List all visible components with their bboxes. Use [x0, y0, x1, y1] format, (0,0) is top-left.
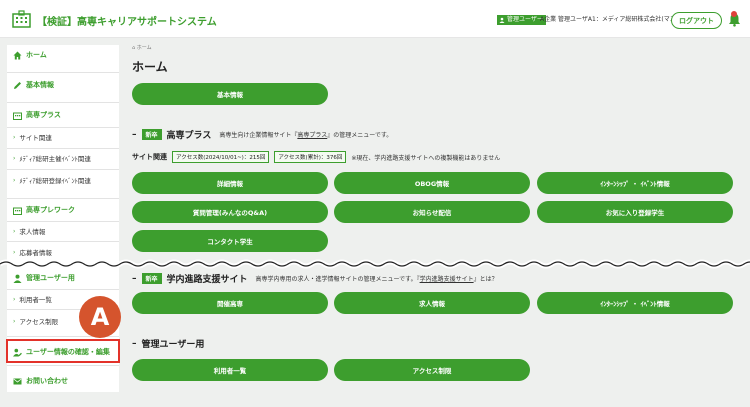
divider	[7, 241, 119, 242]
sidebar-item-label: ホーム	[26, 51, 47, 59]
chevron-right-icon: ›	[13, 133, 16, 141]
chevron-right-icon: ›	[13, 248, 16, 256]
new-grad-tag: 新卒	[141, 273, 162, 284]
main-content: ⌂ ホーム ホーム 基本情報 – 新卒 高専プラス 高専生向け企業情報サイト『高…	[120, 38, 750, 407]
sidebar-item-label: 高専プラス	[26, 111, 61, 119]
sidebar-item-kosen-plus[interactable]: 高専プラス	[7, 105, 119, 125]
user-info: A企業 管理ユーザA1：メディア総研株式会社(マスタ)	[540, 16, 685, 23]
sidebar-item-label: 高専プレワーク	[26, 206, 75, 214]
chevron-right-icon: ›	[13, 295, 16, 303]
divider	[7, 365, 119, 366]
sidebar-item-label: アクセス制限	[19, 318, 59, 326]
job-info-button[interactable]: 求人情報	[334, 292, 530, 314]
obog-info-button[interactable]: OBOG情報	[334, 172, 530, 194]
sidebar-item-label: 利用者一覧	[19, 296, 52, 304]
details-button[interactable]: 詳細情報	[132, 172, 328, 194]
sidebar-item-home[interactable]: ホーム	[7, 45, 119, 65]
section-title: 高専プラス	[166, 131, 212, 141]
annotation-badge: A	[79, 296, 121, 338]
building-icon	[13, 112, 22, 120]
breadcrumb-item[interactable]: ホーム	[137, 45, 152, 51]
sidebar-item-site-related[interactable]: › サイト関連	[7, 128, 119, 146]
sidebar-item-label: ﾒﾃﾞｨｱ総研登録ｲﾍﾞﾝﾄ関連	[19, 177, 91, 185]
user-icon	[13, 274, 22, 283]
user-list-button[interactable]: 利用者一覧	[132, 359, 328, 381]
stats-label: サイト関連	[132, 153, 167, 161]
chevron-right-icon: ›	[13, 227, 16, 235]
favorite-students-button[interactable]: お気に入り登録学生	[537, 201, 733, 223]
section-description: 高専学内専用の求人・進学情報サイトの管理メニューです。『学内進路支援サイト』とは…	[255, 276, 498, 283]
basic-info-button[interactable]: 基本情報	[132, 83, 328, 105]
sidebar-item-prework[interactable]: 高専プレワーク	[7, 200, 119, 220]
section-header-kosen-plus: – 新卒 高専プラス 高専生向け企業情報サイト『高専プラス』の管理メニューです。	[132, 128, 392, 141]
sidebar-item-label: 求人情報	[19, 228, 46, 236]
kosen-plus-link[interactable]: 高専プラス	[297, 132, 327, 139]
sidebar-item-media-hosted-events[interactable]: › ﾒﾃﾞｨｱ総研主催ｲﾍﾞﾝﾄ関連	[7, 149, 119, 167]
user-role-badge: 管理ユーザー	[497, 15, 546, 25]
sidebar-item-admin-users[interactable]: 管理ユーザー用	[7, 268, 119, 288]
access-limit-button[interactable]: アクセス制限	[334, 359, 530, 381]
new-grad-tag: 新卒	[141, 129, 162, 140]
top-bar: 【検証】高専キャリアサポートシステム 管理ユーザー A企業 管理ユーザA1：メデ…	[0, 0, 750, 38]
logout-button[interactable]: ログアウト	[671, 12, 722, 29]
mail-icon	[13, 378, 22, 384]
page-title: ホーム	[132, 60, 168, 74]
building-icon	[12, 10, 31, 28]
section-dash: –	[132, 338, 137, 349]
section-title: 管理ユーザー用	[141, 340, 205, 350]
sidebar-item-label: 基本情報	[26, 81, 54, 89]
notification-dot	[731, 11, 737, 17]
section-description: 高専生向け企業情報サイト『高専プラス』の管理メニューです。	[219, 132, 393, 139]
divider	[7, 72, 119, 73]
divider	[7, 102, 119, 103]
section-dash: –	[132, 273, 137, 284]
section-title: 学内進路支援サイト	[166, 275, 248, 285]
stats-note: ※現在、学内進路支援サイトへの複製機能はありません	[351, 154, 501, 162]
sidebar-item-media-registered-events[interactable]: › ﾒﾃﾞｨｱ総研登録ｲﾍﾞﾝﾄ関連	[7, 171, 119, 189]
pencil-icon	[14, 81, 21, 89]
internship-event-button[interactable]: ｲﾝﾀｰﾝｼｯﾌﾟ ・ ｲﾍﾞﾝﾄ情報	[537, 172, 733, 194]
sidebar-item-label: お問い合わせ	[26, 377, 68, 385]
highlight-box	[6, 339, 120, 363]
page-break-wave	[0, 259, 750, 269]
home-icon	[13, 51, 22, 59]
host-schools-button[interactable]: 開催高専	[132, 292, 328, 314]
divider	[7, 169, 119, 170]
sidebar-item-contact[interactable]: お問い合わせ	[7, 371, 119, 391]
sidebar-item-label: ﾒﾃﾞｨｱ総研主催ｲﾍﾞﾝﾄ関連	[19, 155, 91, 163]
sidebar-item-label: 管理ユーザー用	[26, 274, 75, 282]
access-count-total: アクセス数(累計)：376回	[274, 151, 347, 163]
chevron-right-icon: ›	[13, 154, 16, 162]
building-icon	[13, 207, 22, 215]
user-icon	[499, 17, 505, 23]
app-title: 【検証】高専キャリアサポートシステム	[37, 17, 217, 28]
site-stats: サイト関連 アクセス数(2024/10/01~)：215回 アクセス数(累計)：…	[132, 151, 500, 163]
internship-event-button[interactable]: ｲﾝﾀｰﾝｼｯﾌﾟ ・ ｲﾍﾞﾝﾄ情報	[537, 292, 733, 314]
breadcrumb: ⌂ ホーム	[132, 44, 152, 51]
section-dash: –	[132, 129, 137, 140]
school-career-site-link[interactable]: 学内進路支援サイト	[420, 276, 474, 283]
contact-students-button[interactable]: コンタクト学生	[132, 230, 328, 252]
section-header-admin-users: – 管理ユーザー用	[132, 337, 205, 351]
sidebar-item-label: 応募者情報	[19, 249, 52, 257]
chevron-right-icon: ›	[13, 317, 16, 325]
divider	[7, 198, 119, 199]
user-role-label: 管理ユーザー	[507, 16, 543, 23]
access-count-period: アクセス数(2024/10/01~)：215回	[172, 151, 270, 163]
section-header-school-career-site: – 新卒 学内進路支援サイト 高専学内専用の求人・進学情報サイトの管理メニューで…	[132, 272, 498, 285]
qa-management-button[interactable]: 質問管理(みんなのQ&A)	[132, 201, 328, 223]
sidebar-item-basic-info[interactable]: 基本情報	[7, 75, 119, 95]
sidebar-item-job-info[interactable]: › 求人情報	[7, 222, 119, 240]
sidebar-item-label: サイト関連	[19, 134, 52, 142]
chevron-right-icon: ›	[13, 176, 16, 184]
notice-delivery-button[interactable]: お知らせ配信	[334, 201, 530, 223]
